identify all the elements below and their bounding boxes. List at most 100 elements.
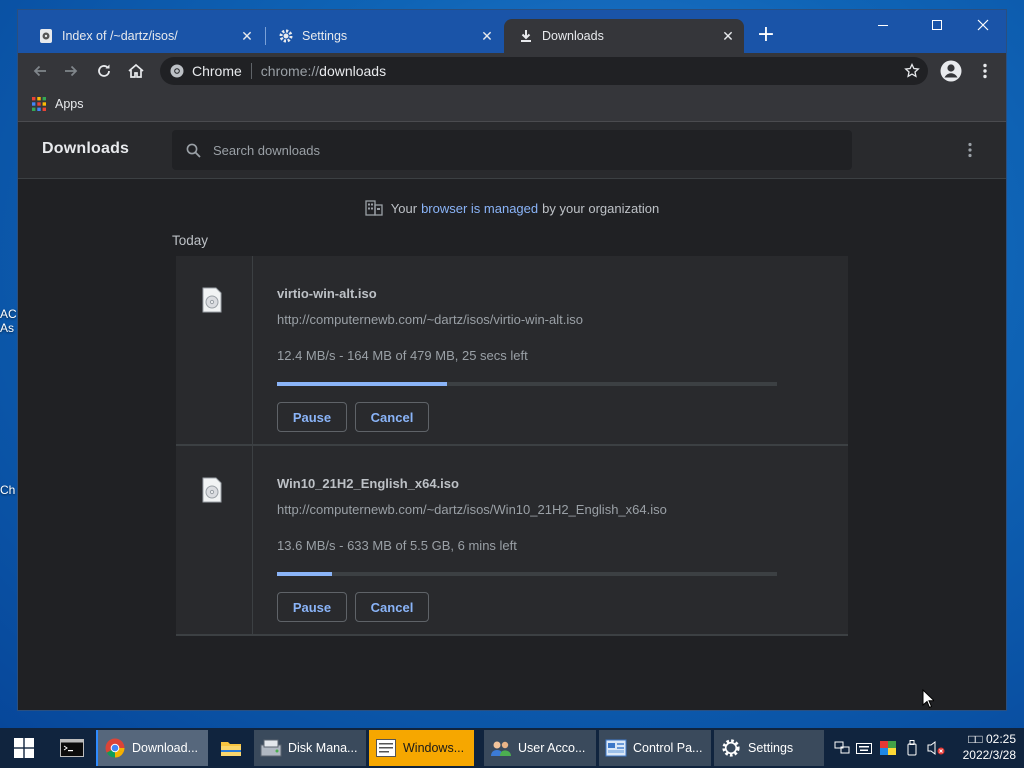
search-icon	[186, 143, 201, 158]
browser-menu-icon[interactable]	[973, 59, 997, 83]
taskbar-clock[interactable]: □□ 02:25 2022/3/28	[946, 731, 1016, 763]
tab-title: Settings	[302, 29, 348, 43]
disc-file-icon	[202, 477, 222, 503]
minimize-icon[interactable]	[860, 10, 906, 40]
taskbar-item-label: Download...	[132, 741, 199, 755]
page-title: Downloads	[42, 140, 130, 157]
download-filename-link[interactable]: Win10_21H2_English_x64.iso	[277, 476, 459, 491]
taskbar-item-label: Control Pa...	[633, 741, 703, 755]
download-item: virtio-win-alt.iso http://computernewb.c…	[176, 256, 848, 446]
home-icon[interactable]	[124, 59, 148, 83]
desktop-label-fragment: AC	[0, 307, 17, 321]
download-filename-link[interactable]: virtio-win-alt.iso	[277, 286, 377, 301]
taskbar-item-label: User Acco...	[518, 741, 586, 755]
color-display-icon[interactable]	[876, 741, 900, 755]
keyboard-icon[interactable]	[852, 742, 876, 754]
cancel-button[interactable]: Cancel	[355, 592, 429, 622]
taskbar-item-windows-setup[interactable]: Windows...	[369, 730, 474, 766]
download-status: 12.4 MB/s - 164 MB of 479 MB, 25 secs le…	[277, 348, 528, 363]
cancel-button[interactable]: Cancel	[355, 402, 429, 432]
bookmarks-bar: Apps	[18, 89, 1006, 122]
taskbar-item-file-explorer[interactable]	[212, 730, 252, 766]
control-panel-icon	[605, 737, 627, 759]
download-progress-bar	[277, 382, 777, 386]
browser-window: Index of /~dartz/isos/ ✕ Settings ✕ Down…	[18, 10, 1006, 710]
new-tab-icon[interactable]: +	[756, 24, 776, 46]
tab-downloads[interactable]: Downloads ✕	[504, 19, 744, 53]
tab-strip: Index of /~dartz/isos/ ✕ Settings ✕ Down…	[18, 10, 1006, 53]
taskbar-item-control-panel[interactable]: Control Pa...	[599, 730, 711, 766]
download-progress-bar	[277, 572, 777, 576]
section-label-today: Today	[172, 233, 209, 248]
taskbar: Download... Disk Mana... Windows... User…	[0, 728, 1024, 768]
apps-label: Apps	[55, 97, 84, 111]
omnibox-scheme: chrome://	[260, 63, 320, 79]
downloads-page: Downloads Search downloads Your browser …	[18, 122, 1006, 710]
managed-notice-suffix: by your organization	[542, 200, 660, 216]
managed-notice: Your browser is managed by your organiza…	[18, 200, 1006, 216]
tab-title: Downloads	[542, 29, 604, 43]
download-icon	[518, 28, 534, 44]
profile-avatar-icon[interactable]	[939, 59, 963, 83]
clock-time: □□ 02:25	[968, 732, 1016, 746]
managed-link[interactable]: browser is managed	[421, 201, 538, 216]
disc-file-icon	[202, 287, 222, 313]
downloads-header: Downloads Search downloads	[18, 122, 1006, 179]
apps-grid-icon	[32, 97, 46, 111]
command-prompt-taskbar-button[interactable]	[50, 728, 94, 768]
taskbar-item-label: Settings	[748, 741, 794, 755]
taskbar-item-downloads[interactable]: Download...	[96, 730, 208, 766]
tab-title: Index of /~dartz/isos/	[62, 29, 178, 43]
close-tab-icon[interactable]: ✕	[720, 28, 736, 44]
close-tab-icon[interactable]: ✕	[239, 28, 255, 44]
building-icon	[365, 200, 383, 216]
download-item: Win10_21H2_English_x64.iso http://comput…	[176, 446, 848, 636]
bookmark-star-icon[interactable]	[904, 62, 920, 84]
start-button[interactable]	[0, 728, 48, 768]
pause-button[interactable]: Pause	[277, 592, 347, 622]
forward-icon[interactable]	[59, 59, 83, 83]
taskbar-item-settings[interactable]: Settings	[714, 730, 824, 766]
back-icon[interactable]	[28, 59, 52, 83]
clock-date: 2022/3/28	[962, 748, 1016, 762]
item-divider	[252, 446, 253, 634]
maximize-icon[interactable]	[914, 10, 960, 40]
omnibox-path: downloads	[319, 63, 387, 79]
gear-icon	[278, 28, 294, 44]
address-bar[interactable]: Chrome chrome:// downloads	[160, 57, 928, 85]
windows-setup-icon	[375, 737, 397, 759]
command-prompt-icon	[60, 739, 84, 757]
taskbar-item-disk-management[interactable]: Disk Mana...	[254, 730, 366, 766]
download-progress-fill	[277, 572, 332, 576]
close-tab-icon[interactable]: ✕	[479, 28, 495, 44]
chrome-icon	[104, 737, 126, 759]
tab-index-of-isos[interactable]: Index of /~dartz/isos/ ✕	[18, 19, 263, 53]
managed-notice-prefix: Your	[390, 200, 418, 216]
taskbar-item-label: Windows...	[403, 741, 465, 755]
mouse-cursor-icon	[922, 688, 936, 713]
search-downloads-field[interactable]: Search downloads	[172, 130, 852, 170]
user-accounts-icon	[490, 737, 512, 759]
search-input[interactable]: Search downloads	[213, 143, 320, 158]
tab-settings[interactable]: Settings ✕	[258, 19, 503, 53]
downloads-menu-icon[interactable]	[968, 142, 972, 158]
settings-gear-icon	[720, 737, 742, 759]
close-window-icon[interactable]	[960, 10, 1006, 40]
download-url-link[interactable]: http://computernewb.com/~dartz/isos/Win1…	[277, 502, 667, 517]
download-progress-fill	[277, 382, 447, 386]
taskbar-item-user-accounts[interactable]: User Acco...	[484, 730, 596, 766]
omnibox-site-label: Chrome	[192, 63, 242, 79]
volume-muted-icon[interactable]	[924, 740, 948, 756]
download-status: 13.6 MB/s - 633 MB of 5.5 GB, 6 mins lef…	[277, 538, 517, 553]
download-url-link[interactable]: http://computernewb.com/~dartz/isos/virt…	[277, 312, 583, 327]
usb-device-icon[interactable]	[900, 740, 924, 756]
network-icon[interactable]	[832, 741, 852, 755]
omnibox-separator	[250, 63, 252, 79]
apps-shortcut[interactable]: Apps	[32, 97, 84, 111]
pause-button[interactable]: Pause	[277, 402, 347, 432]
reload-icon[interactable]	[92, 59, 116, 83]
browser-toolbar: Chrome chrome:// downloads	[18, 53, 1006, 89]
page-favicon-icon	[38, 28, 54, 44]
taskbar-item-label: Disk Mana...	[288, 741, 358, 755]
windows-logo-icon	[14, 738, 34, 758]
